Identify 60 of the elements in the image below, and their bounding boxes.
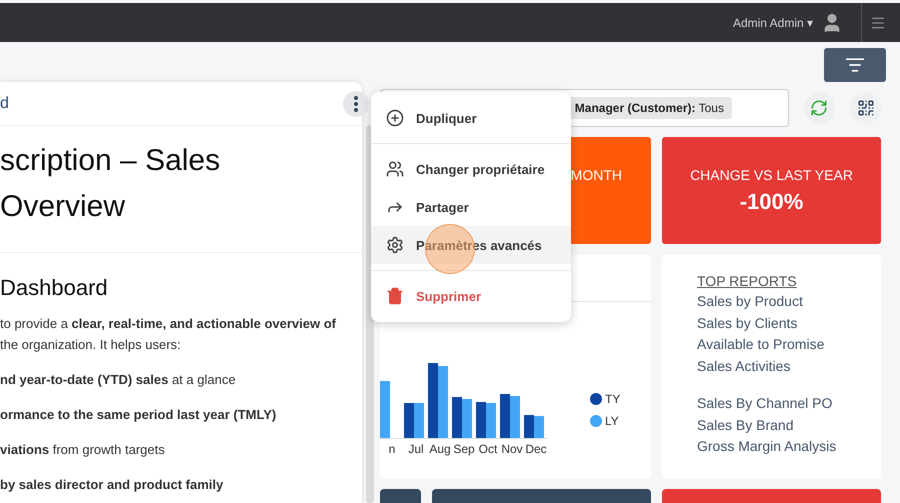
legend-label: TY	[605, 392, 620, 406]
paragraph-line: to provide a clear, real-time, and actionable overview of	[0, 315, 337, 333]
month-label: Sep	[452, 442, 476, 456]
chart-bar	[462, 399, 472, 438]
refresh-button[interactable]	[804, 92, 835, 124]
menu-item[interactable]: Paramètres avancés	[371, 226, 571, 264]
chart-bar	[510, 396, 520, 438]
kpi-value: -100%	[740, 189, 804, 215]
paragraph-line: the organization. It helps users:	[0, 336, 182, 354]
refresh-icon	[810, 99, 828, 117]
chart-bar	[534, 416, 544, 438]
month-label: Nov	[500, 442, 524, 456]
report-link[interactable]: Sales by Product	[697, 293, 881, 311]
chart-bar	[524, 415, 534, 438]
dots-icon	[354, 96, 358, 112]
menu-item[interactable]: Supprimer	[371, 277, 571, 315]
qr-code-icon	[856, 99, 874, 117]
section-heading: Dashboard	[0, 275, 109, 301]
chart-bar	[404, 403, 414, 438]
people-icon	[386, 160, 404, 178]
reports-title[interactable]: TOP REPORTS	[697, 273, 881, 289]
settings-icon	[386, 236, 404, 254]
month-label: Dec	[524, 442, 548, 456]
chart-bar	[452, 397, 462, 438]
qr-edit-button[interactable]	[850, 92, 882, 124]
bullet-text: by sales director and product family	[0, 476, 224, 494]
kpi-title: MONTH	[570, 167, 622, 183]
trash-icon	[386, 287, 404, 305]
chart-bar	[476, 402, 486, 438]
chart-bar	[380, 381, 390, 438]
description-title: scription – Sales	[0, 143, 222, 179]
chart-bar	[438, 366, 448, 438]
more-button[interactable]	[343, 90, 369, 116]
month-label: n	[388, 442, 396, 456]
chart-bar	[486, 403, 496, 438]
report-link[interactable]: Sales Activities	[697, 358, 881, 376]
report-link[interactable]: Gross Margin Analysis	[697, 438, 881, 456]
legend-label: LY	[605, 414, 619, 428]
report-link[interactable]: Sales By Brand	[697, 416, 881, 434]
plus-circle-icon	[386, 109, 404, 127]
chart-bar	[500, 394, 510, 438]
month-label: Oct	[478, 442, 498, 456]
kpi-title: CHANGE VS LAST YEAR	[690, 167, 853, 183]
menu-item[interactable]: Dupliquer	[371, 99, 571, 137]
user-menu[interactable]: Admin Admin ▾	[732, 16, 813, 30]
bullet-text: nd year-to-date (YTD) sales at a glance	[0, 371, 237, 389]
menu-item[interactable]: Changer propriétaire	[371, 150, 571, 188]
month-label: Jul	[407, 442, 425, 456]
panel-title: d	[0, 94, 9, 112]
report-link[interactable]: Sales By Channel PO	[697, 394, 881, 413]
report-link[interactable]: Sales by Clients	[697, 314, 881, 332]
menu-item[interactable]: Partager	[371, 188, 571, 226]
report-link[interactable]: Available to Promise	[697, 336, 881, 354]
chart-bar	[414, 403, 424, 438]
filter-button[interactable]	[824, 48, 886, 82]
month-label: Aug	[428, 442, 452, 456]
bullet-text: ormance to the same period last year (TMLY)	[0, 406, 278, 424]
description-title: Overview	[0, 189, 126, 225]
bullet-text: viations from growth targets	[0, 441, 166, 459]
menu-icon[interactable]	[870, 14, 886, 30]
